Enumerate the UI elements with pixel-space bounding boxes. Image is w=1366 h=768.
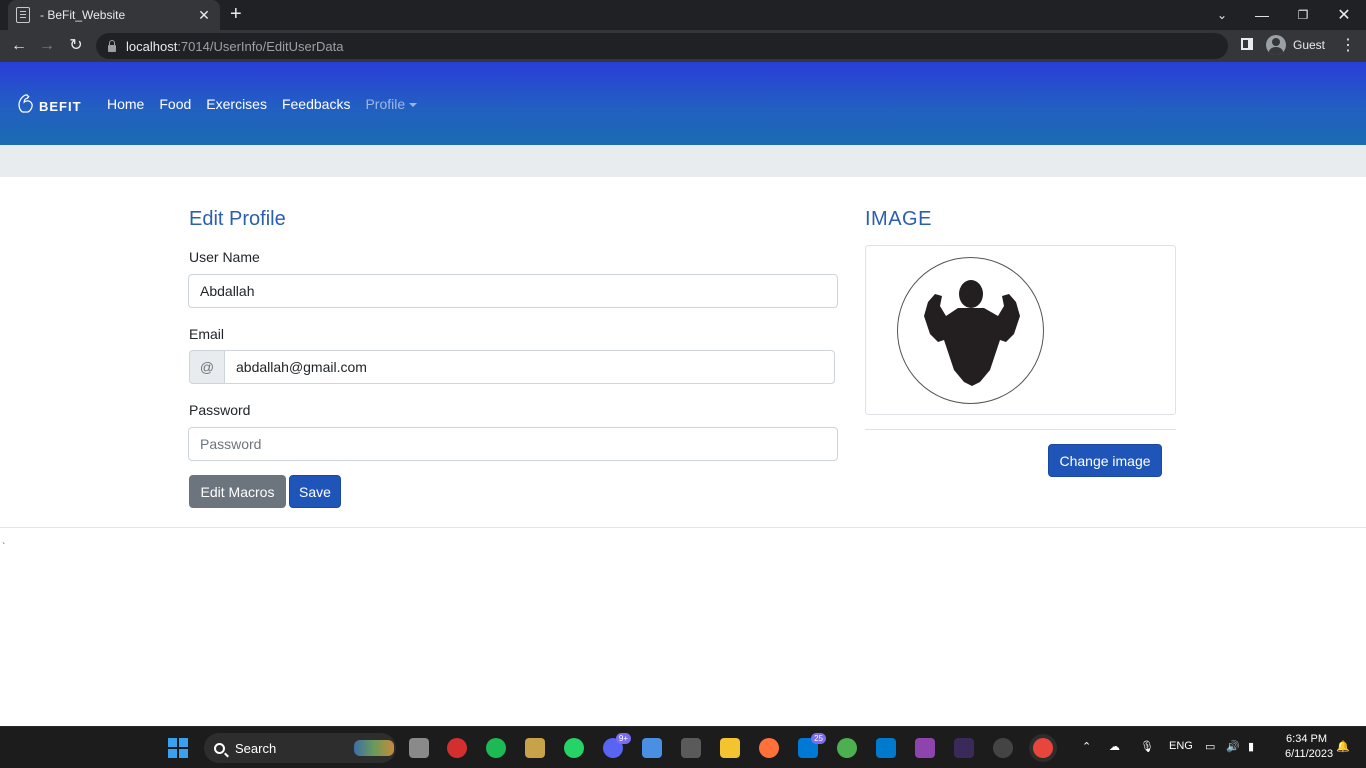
discord-badge: 9+ xyxy=(615,733,631,744)
browser-tab-strip: - BeFit_Website ✕ + ⌄ — ❐ ✕ xyxy=(0,0,1366,30)
edit-profile-heading: Edit Profile xyxy=(189,208,286,230)
obs-icon[interactable] xyxy=(993,738,1013,758)
discord-icon[interactable]: 9+ xyxy=(603,733,631,758)
page-favicon-icon xyxy=(16,7,30,23)
taskbar-search-label: Search xyxy=(235,740,277,756)
image-divider xyxy=(865,429,1176,430)
nav-link-feedbacks[interactable]: Feedbacks xyxy=(282,96,350,112)
search-highlight-icon xyxy=(354,740,394,756)
microsoft-store-icon[interactable] xyxy=(642,738,662,758)
calculator-icon[interactable] xyxy=(681,738,701,758)
username-label: User Name xyxy=(189,249,260,265)
caret-down-icon xyxy=(409,103,418,108)
league-of-legends-icon[interactable] xyxy=(525,738,545,758)
profile-image xyxy=(897,257,1044,404)
search-icon xyxy=(214,742,225,754)
menu-kebab-icon[interactable]: ⋮ xyxy=(1340,35,1356,55)
browser-tab[interactable]: - BeFit_Website ✕ xyxy=(8,0,220,30)
system-clock[interactable]: 6:34 PM 6/11/2023 xyxy=(1285,732,1334,762)
task-view-icon[interactable] xyxy=(409,738,429,758)
stray-backtick: ` xyxy=(2,542,6,553)
onedrive-icon[interactable]: ☁ xyxy=(1109,740,1120,753)
notification-bell-icon[interactable]: 🔔 xyxy=(1336,740,1350,753)
nav-link-exercises[interactable]: Exercises xyxy=(206,96,267,112)
minimize-icon[interactable]: — xyxy=(1242,0,1282,30)
volume-icon[interactable]: 🔊 xyxy=(1226,740,1240,753)
profile-label: Guest xyxy=(1293,38,1326,52)
new-tab-button[interactable]: + xyxy=(230,4,242,24)
password-label: Password xyxy=(189,402,251,418)
back-arrow-icon[interactable]: ← xyxy=(9,36,29,56)
spotify-icon[interactable] xyxy=(486,738,506,758)
side-panel-icon[interactable] xyxy=(1241,38,1253,50)
subheader-bar xyxy=(0,145,1366,177)
password-input[interactable]: Password xyxy=(188,427,838,461)
url-path: :7014/UserInfo/EditUserData xyxy=(177,38,344,54)
terminal-icon[interactable] xyxy=(954,738,974,758)
url-host: localhost xyxy=(126,38,178,54)
chrome-profile-icon[interactable] xyxy=(837,738,857,758)
vscode-icon[interactable] xyxy=(876,738,896,758)
whatsapp-icon[interactable] xyxy=(564,738,584,758)
file-explorer-icon[interactable] xyxy=(720,738,740,758)
brand-logo[interactable]: BEFIT xyxy=(17,92,82,114)
nav-link-home[interactable]: Home xyxy=(107,96,144,112)
footer-divider xyxy=(0,527,1366,528)
restore-icon[interactable]: ❐ xyxy=(1283,0,1323,30)
profile-dropdown[interactable]: Profile xyxy=(365,96,418,112)
flexed-arm-icon xyxy=(18,94,33,113)
network-icon[interactable]: ▭ xyxy=(1205,740,1215,753)
tab-title: - BeFit_Website xyxy=(40,8,126,22)
tab-close-icon[interactable]: ✕ xyxy=(196,7,212,24)
guest-avatar-icon xyxy=(1266,35,1286,55)
address-bar[interactable]: localhost:7014/UserInfo/EditUserData xyxy=(96,33,1228,59)
windows-start-icon[interactable] xyxy=(168,738,188,758)
change-image-button[interactable]: Change image xyxy=(1048,444,1162,477)
visual-studio-icon[interactable] xyxy=(915,738,935,758)
tab-search-chevron-icon[interactable]: ⌄ xyxy=(1202,0,1242,30)
browser-toolbar: ← → ↻ localhost:7014/UserInfo/EditUserDa… xyxy=(0,30,1366,62)
username-input[interactable]: Abdallah xyxy=(188,274,838,308)
tray-chevron-icon[interactable]: ⌃ xyxy=(1082,740,1091,753)
language-indicator[interactable]: ENG xyxy=(1169,740,1193,752)
email-label: Email xyxy=(189,326,225,342)
profile-dropdown-label: Profile xyxy=(365,96,406,112)
forward-arrow-icon[interactable]: → xyxy=(37,36,57,56)
battery-icon[interactable]: ▮ xyxy=(1248,740,1254,753)
chrome-icon[interactable] xyxy=(1033,738,1053,758)
clock-date: 6/11/2023 xyxy=(1285,748,1334,760)
bodybuilder-silhouette-icon xyxy=(924,280,1020,386)
email-input[interactable]: abdallah@gmail.com xyxy=(225,350,835,384)
clock-time: 6:34 PM xyxy=(1286,733,1327,745)
reload-icon[interactable]: ↻ xyxy=(66,36,86,56)
brand-name: BEFIT xyxy=(39,98,82,114)
firefox-icon[interactable] xyxy=(759,738,779,758)
lock-icon[interactable] xyxy=(108,39,116,52)
taskbar-search[interactable]: Search xyxy=(204,733,396,763)
nav-link-food[interactable]: Food xyxy=(159,96,191,112)
image-heading: IMAGE xyxy=(865,208,932,230)
windows-taskbar: Search 9+ 25 ⌃ ☁ 🎙 ENG ▭ 🔊 ▮ 6:34 PM 6/1… xyxy=(0,726,1366,768)
at-sign-addon: @ xyxy=(189,350,225,384)
edit-macros-button[interactable]: Edit Macros xyxy=(189,475,286,508)
todoist-icon[interactable] xyxy=(447,738,467,758)
mail-icon[interactable]: 25 xyxy=(798,733,826,758)
mail-badge: 25 xyxy=(811,733,826,744)
window-close-icon[interactable]: ✕ xyxy=(1324,0,1364,30)
microphone-icon[interactable]: 🎙 xyxy=(1140,740,1154,753)
email-input-group: @ abdallah@gmail.com xyxy=(189,350,835,384)
profile-image-card xyxy=(865,245,1176,415)
profile-button[interactable]: Guest xyxy=(1266,35,1325,55)
save-button[interactable]: Save xyxy=(289,475,341,508)
site-navbar: BEFIT Home Food Exercises Feedbacks Prof… xyxy=(0,62,1366,145)
nav-links: Home Food Exercises Feedbacks Profile xyxy=(107,96,432,112)
